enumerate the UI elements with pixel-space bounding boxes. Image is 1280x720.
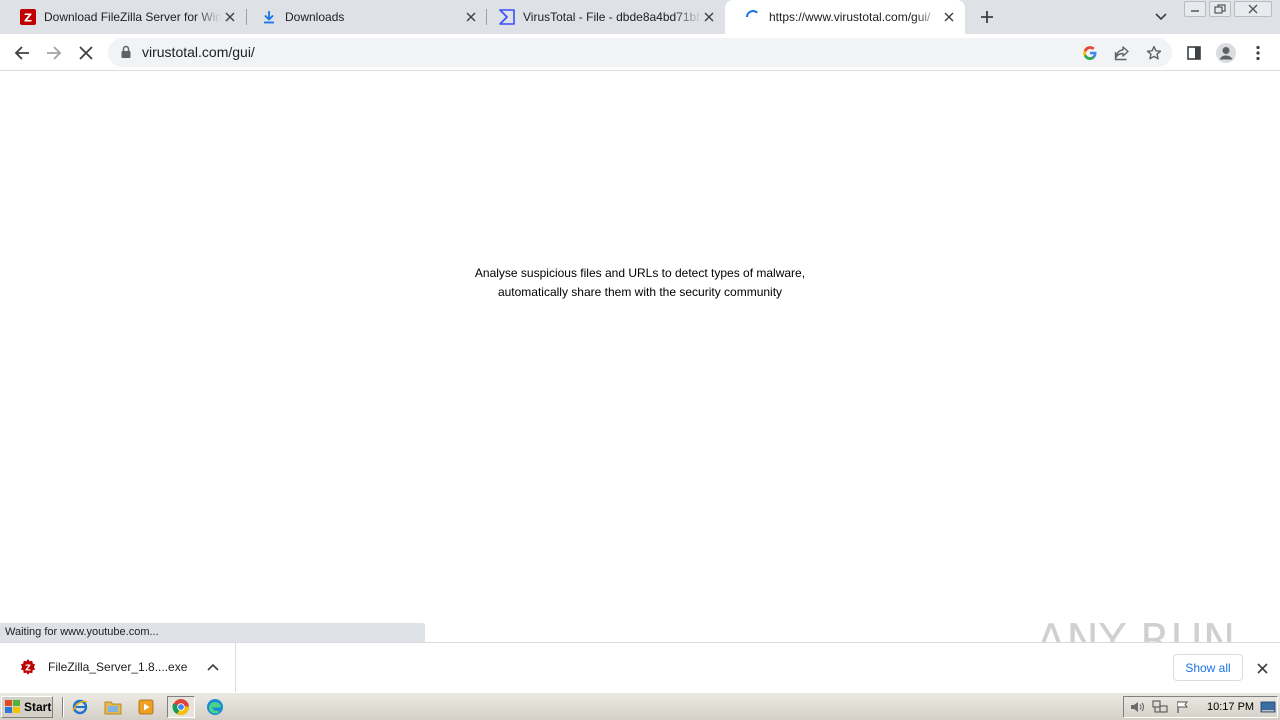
close-icon[interactable] xyxy=(701,9,717,25)
share-icon[interactable] xyxy=(1111,42,1133,64)
media-player-icon[interactable] xyxy=(134,696,158,718)
close-icon[interactable] xyxy=(941,9,957,25)
volume-icon[interactable] xyxy=(1128,699,1146,715)
new-tab-button[interactable] xyxy=(976,6,998,28)
file-explorer-icon[interactable] xyxy=(101,696,125,718)
tab-strip: Z Download FileZilla Server for Window D… xyxy=(0,0,1280,34)
download-item[interactable]: Z FileZilla_Server_1.8....exe xyxy=(0,643,236,692)
chevron-up-icon[interactable] xyxy=(204,658,222,676)
side-panel-icon xyxy=(1187,46,1201,60)
arrow-left-icon xyxy=(14,46,29,60)
url-text[interactable]: virustotal.com/gui/ xyxy=(142,44,255,60)
action-center-flag-icon[interactable] xyxy=(1174,699,1192,715)
edge-icon[interactable] xyxy=(203,696,227,718)
tab-title: https://www.virustotal.com/gui/ xyxy=(769,10,931,24)
tab-search-button[interactable] xyxy=(1151,8,1171,26)
network-icon[interactable] xyxy=(1151,699,1169,715)
tab-virustotal-file[interactable]: VirusTotal - File - dbde8a4bd71bb1fb xyxy=(479,0,725,34)
chevron-down-icon xyxy=(1155,13,1167,21)
page-content: Analyse suspicious files and URLs to det… xyxy=(0,72,1280,642)
minimize-icon xyxy=(1191,10,1199,12)
tagline-line-1: Analyse suspicious files and URLs to det… xyxy=(474,266,806,280)
plus-icon xyxy=(981,11,993,23)
lock-icon xyxy=(121,45,131,58)
back-button[interactable] xyxy=(9,40,35,66)
close-icon xyxy=(1248,4,1258,14)
close-shelf-button[interactable] xyxy=(1252,658,1272,678)
more-vert-icon xyxy=(1256,45,1260,61)
windows-logo-icon xyxy=(5,700,20,713)
tab-title: VirusTotal - File - dbde8a4bd71bb1fb xyxy=(523,10,701,24)
tab-filezilla-download[interactable]: Z Download FileZilla Server for Window xyxy=(0,0,246,34)
stop-loading-button[interactable] xyxy=(73,40,99,66)
close-icon xyxy=(79,46,93,60)
avatar-icon xyxy=(1216,43,1236,63)
close-window-button[interactable] xyxy=(1234,1,1272,17)
taskbar-separator xyxy=(62,697,64,717)
download-icon xyxy=(261,9,277,25)
arrow-right-icon xyxy=(47,46,62,60)
status-bubble: Waiting for www.youtube.com... xyxy=(0,623,425,642)
restore-button[interactable] xyxy=(1209,1,1231,17)
clock[interactable]: 10:17 PM xyxy=(1207,701,1254,713)
side-panel-button[interactable] xyxy=(1181,40,1207,66)
start-label: Start xyxy=(24,700,52,714)
show-desktop-icon[interactable] xyxy=(1259,699,1277,715)
close-icon[interactable] xyxy=(222,9,238,25)
bookmark-star-icon[interactable] xyxy=(1143,42,1165,64)
close-icon xyxy=(1256,662,1268,674)
svg-text:Z: Z xyxy=(25,664,31,673)
tab-virustotal-gui[interactable]: https://www.virustotal.com/gui/ xyxy=(725,0,965,34)
tab-title: Downloads xyxy=(285,10,345,24)
windows-taskbar: Start 10:17 PM xyxy=(0,692,1280,720)
loading-spinner-icon xyxy=(745,9,761,25)
chrome-icon[interactable] xyxy=(167,696,195,718)
system-tray: 10:17 PM xyxy=(1123,696,1278,718)
browser-toolbar: virustotal.com/gui/ xyxy=(0,34,1280,71)
menu-button[interactable] xyxy=(1245,40,1271,66)
tab-downloads[interactable]: Downloads xyxy=(241,0,487,34)
close-icon[interactable] xyxy=(463,9,479,25)
filezilla-icon: Z xyxy=(20,9,36,25)
svg-text:Z: Z xyxy=(24,12,32,25)
google-lens-icon[interactable] xyxy=(1079,42,1101,64)
profile-button[interactable] xyxy=(1213,40,1239,66)
show-all-button[interactable]: Show all xyxy=(1173,654,1243,681)
tagline-line-2: automatically share them with the securi… xyxy=(497,285,783,299)
address-bar[interactable]: virustotal.com/gui/ xyxy=(108,38,1172,67)
forward-button[interactable] xyxy=(41,40,67,66)
start-button[interactable]: Start xyxy=(1,696,53,718)
internet-explorer-icon[interactable] xyxy=(68,696,92,718)
virustotal-icon xyxy=(499,9,515,25)
download-shelf: Z FileZilla_Server_1.8....exe Show all xyxy=(0,642,1280,692)
minimize-button[interactable] xyxy=(1184,1,1206,17)
tagline: Analyse suspicious files and URLs to det… xyxy=(440,264,840,302)
restore-icon xyxy=(1214,4,1226,14)
download-filename: FileZilla_Server_1.8....exe xyxy=(48,660,188,674)
filezilla-server-icon: Z xyxy=(20,659,36,675)
tab-title: Download FileZilla Server for Window xyxy=(44,10,222,24)
